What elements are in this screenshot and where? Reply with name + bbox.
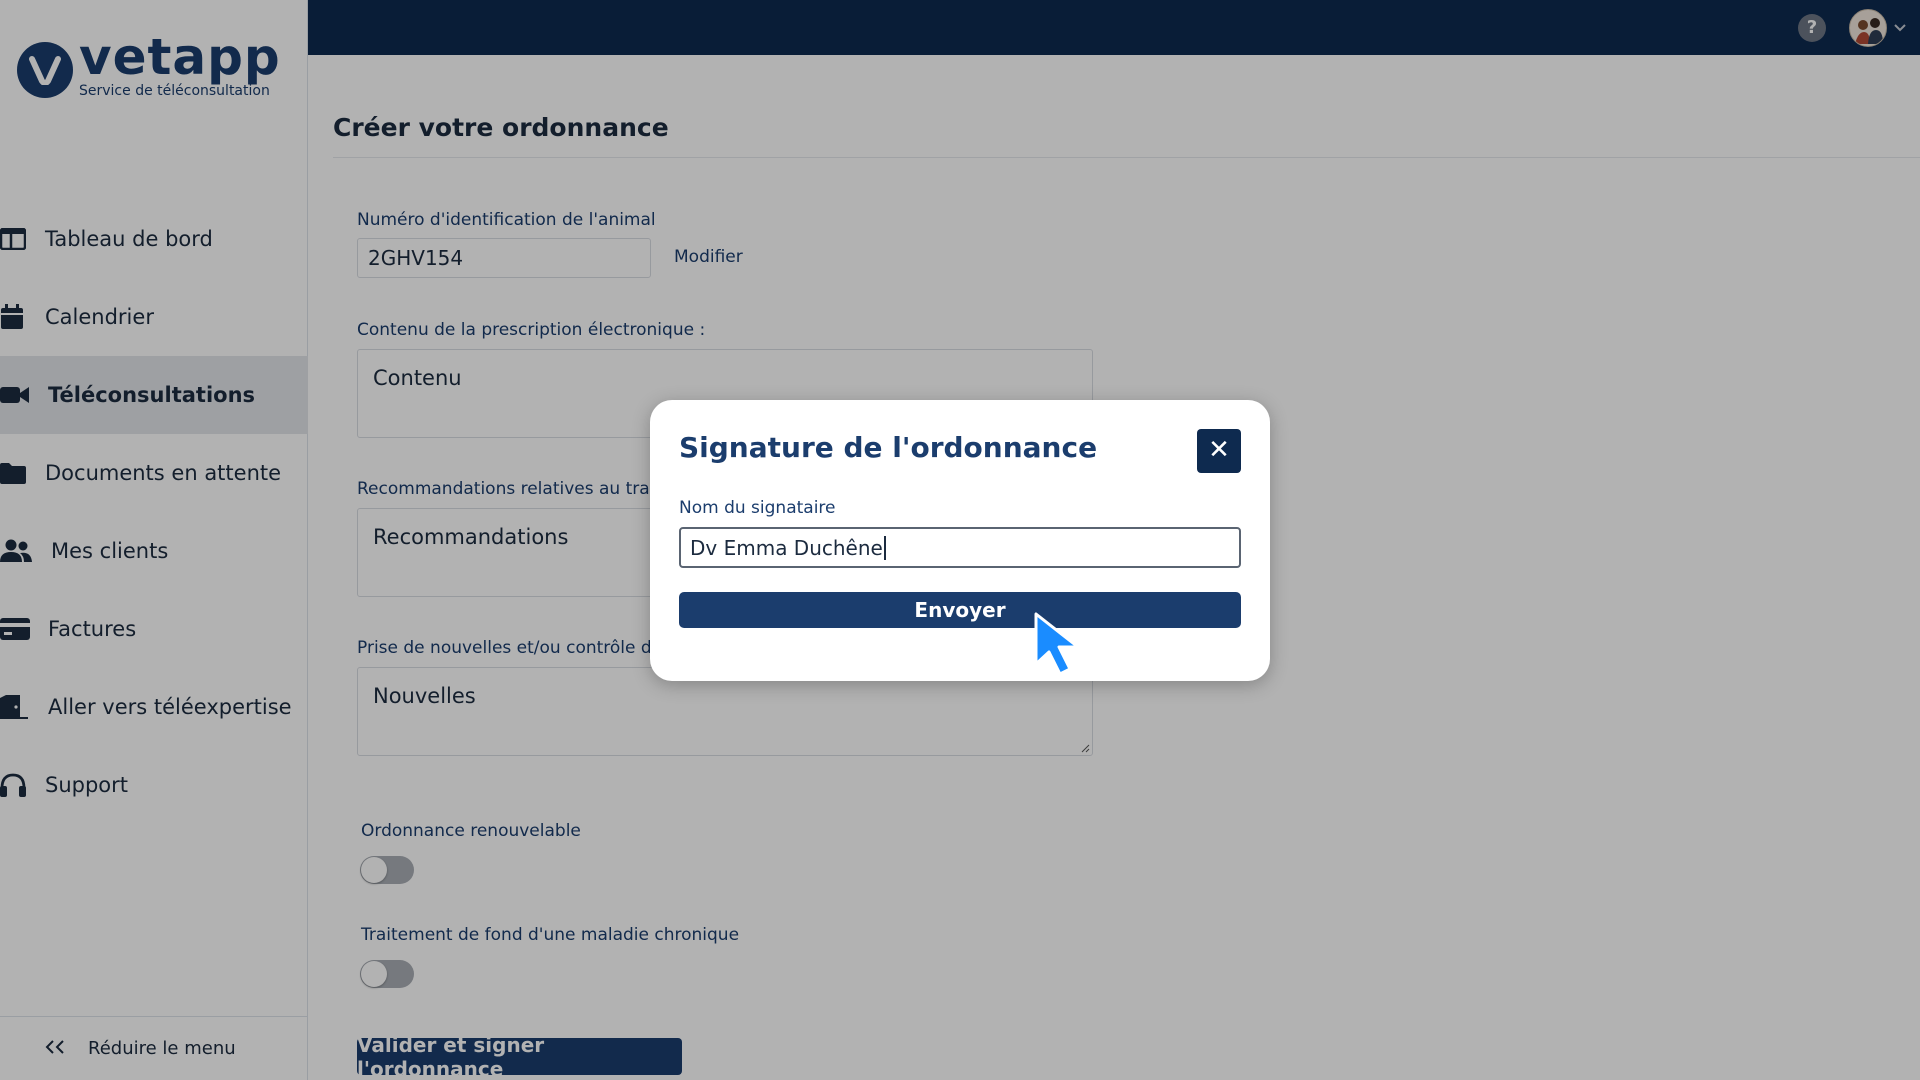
text-caret: [883, 535, 886, 560]
signer-name-label: Nom du signataire: [679, 498, 836, 518]
signer-name-input[interactable]: Dv Emma Duchêne: [679, 527, 1241, 568]
close-icon[interactable]: ✕: [1197, 429, 1241, 473]
modal-title: Signature de l'ordonnance: [679, 431, 1098, 464]
send-button[interactable]: Envoyer: [679, 592, 1241, 628]
signature-modal: Signature de l'ordonnance ✕ Nom du signa…: [650, 400, 1270, 681]
mouse-pointer-icon: [1034, 612, 1080, 676]
signer-name-value: Dv Emma Duchêne: [690, 535, 883, 560]
